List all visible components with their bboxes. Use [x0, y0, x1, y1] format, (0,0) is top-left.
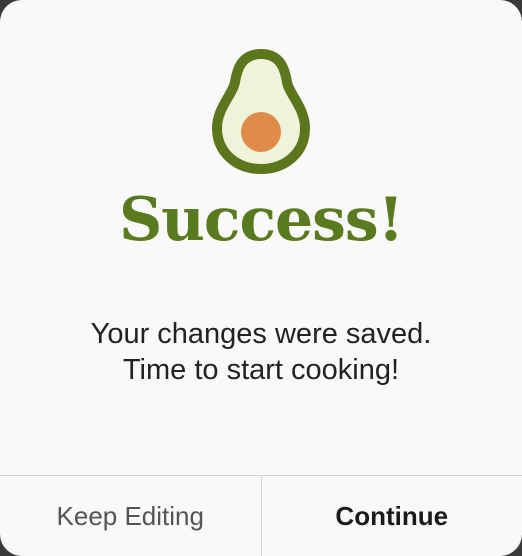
- dialog-actions: Keep Editing Continue: [0, 475, 522, 556]
- illustration: [0, 48, 522, 178]
- continue-button[interactable]: Continue: [262, 476, 522, 556]
- avocado-icon: [212, 49, 310, 174]
- message-line-2: Time to start cooking!: [122, 354, 400, 386]
- dialog-title: Success!: [118, 185, 404, 255]
- success-dialog: Success! Your changes were saved. Time t…: [0, 0, 522, 556]
- message-line-1: Your changes were saved.: [90, 318, 432, 350]
- dialog-message: Your changes were saved. Time to start c…: [0, 316, 522, 388]
- keep-editing-button[interactable]: Keep Editing: [0, 476, 262, 556]
